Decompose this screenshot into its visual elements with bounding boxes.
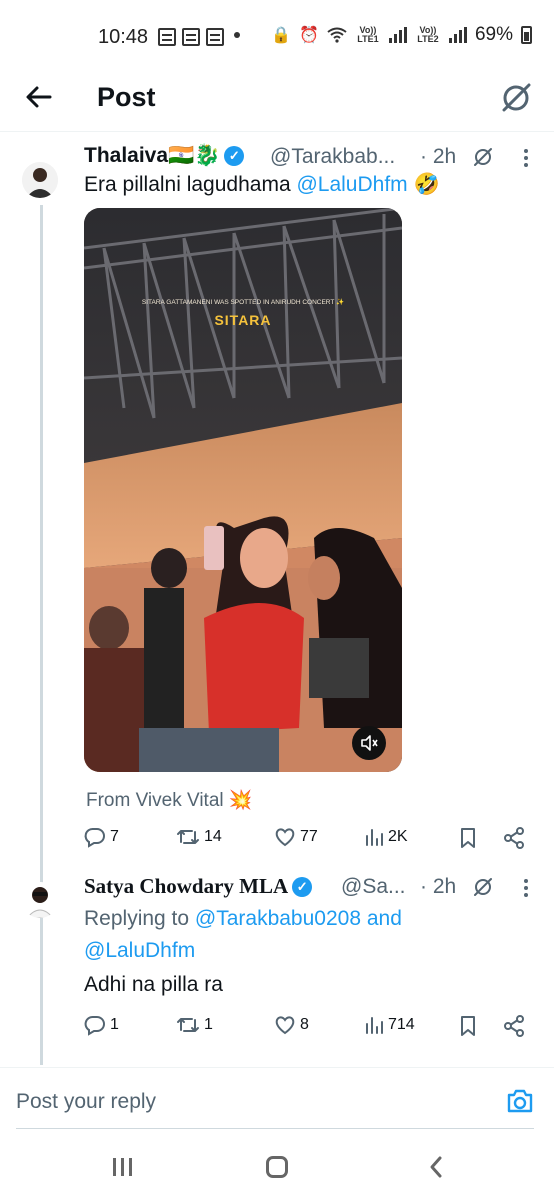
alarm-icon: ⏰ [299, 27, 319, 44]
video-title: SITARA [214, 312, 271, 328]
author-name[interactable]: Thalaiva🇮🇳🐉 ✓ [84, 144, 245, 168]
retweet-button[interactable]: 1 [176, 1014, 213, 1036]
status-bar: 10:48 🔒 ⏰ Vo)) LTE1 Vo)) LTE2 69% [0, 0, 554, 72]
share-icon[interactable] [502, 826, 526, 850]
retweet-count: 14 [204, 828, 222, 845]
video-caption: SITARA GATTAMANENI WAS SPOTTED IN ANIRUD… [142, 298, 344, 306]
like-button[interactable]: 77 [274, 826, 318, 848]
avatar[interactable] [22, 162, 58, 198]
battery-percent: 69% [474, 24, 513, 45]
replying-to-prefix: Replying to [84, 907, 195, 930]
like-count: 8 [300, 1016, 309, 1033]
reply-button[interactable]: 1 [84, 1014, 119, 1036]
top-app-bar: Post [0, 72, 554, 132]
thread-connector [40, 205, 43, 1065]
author-display-name: Thalaiva🇮🇳🐉 [84, 144, 221, 167]
views-icon [366, 829, 383, 846]
more-notifications-icon [234, 32, 240, 38]
views-button[interactable]: 2K [364, 826, 408, 848]
verified-badge-icon: ✓ [224, 146, 245, 166]
reply-composer: Post your reply [0, 1067, 554, 1129]
nav-back-icon[interactable] [424, 1154, 450, 1180]
like-button[interactable]: 8 [274, 1014, 309, 1036]
post-time: · 2h [420, 875, 457, 898]
speaker-muted-icon [361, 735, 378, 751]
home-button[interactable] [266, 1156, 288, 1178]
retweet-button[interactable]: 14 [176, 826, 222, 848]
reply-button[interactable]: 7 [84, 826, 119, 848]
reply-count: 7 [110, 828, 119, 845]
signal-icon [388, 27, 407, 43]
views-button[interactable]: 714 [364, 1014, 415, 1036]
message-icon [182, 28, 200, 46]
views-count: 714 [388, 1016, 415, 1033]
mention-link[interactable]: @LaluDhfm [296, 173, 407, 196]
notification-icons [158, 28, 224, 46]
reply-actions: 1 1 8 714 [0, 1014, 554, 1038]
message-icon [158, 28, 176, 46]
views-icon [366, 1017, 383, 1034]
mute-button[interactable] [352, 726, 386, 760]
reply-divider [16, 1128, 534, 1129]
tweet-text-emoji: 🤣 [407, 173, 440, 196]
battery-icon [521, 26, 532, 44]
video-source-attribution[interactable]: From Vivek Vital 💥 [86, 788, 253, 812]
replying-to-line: Replying to @Tarakbabu0208 and @LaluDhfm [84, 903, 514, 967]
reply-text: Adhi na pilla ra [84, 973, 223, 996]
replying-and: and [361, 907, 402, 930]
more-options-icon[interactable] [524, 876, 528, 900]
verified-badge-icon: ✓ [292, 876, 313, 897]
retweet-count: 1 [204, 1016, 213, 1033]
post-time: · 2h [420, 145, 457, 168]
like-count: 77 [300, 828, 318, 845]
lte1-label: Vo)) LTE1 [357, 25, 379, 44]
avatar[interactable] [22, 882, 58, 918]
author-handle[interactable]: @Tarakbab... [270, 145, 395, 169]
heart-icon [275, 1016, 295, 1035]
grok-icon[interactable] [498, 80, 534, 116]
reply-icon [84, 1016, 105, 1036]
video-frame: SITARA GATTAMANENI WAS SPOTTED IN ANIRUD… [84, 208, 402, 772]
video-player[interactable]: SITARA GATTAMANENI WAS SPOTTED IN ANIRUD… [84, 208, 402, 772]
mention-link[interactable]: @LaluDhfm [84, 939, 195, 962]
signal-icon [448, 27, 467, 43]
wifi-icon [327, 27, 347, 43]
author-display-name: Satya Chowdary MLA [84, 874, 289, 898]
reply-input[interactable]: Post your reply [16, 1090, 156, 1114]
avatar-image [22, 162, 58, 198]
grok-icon[interactable] [472, 146, 494, 168]
recents-button[interactable] [113, 1158, 132, 1176]
tweet-text-body: Era pillalni lagudhama [84, 173, 297, 196]
status-time: 10:48 [98, 26, 149, 48]
lock-icon: 🔒 [271, 27, 292, 44]
heart-icon [275, 828, 295, 847]
grok-icon[interactable] [472, 876, 494, 898]
system-nav-bar [0, 1130, 554, 1200]
tweet-text: Era pillalni lagudhama @LaluDhfm 🤣 [84, 173, 440, 197]
lte2-label: Vo)) LTE2 [417, 25, 439, 44]
camera-icon[interactable] [506, 1088, 534, 1114]
tweet-actions: 7 14 77 2K [0, 826, 554, 850]
back-arrow-icon[interactable] [22, 80, 56, 114]
avatar-image [22, 882, 58, 918]
retweet-icon [177, 1018, 199, 1032]
page-title: Post [97, 82, 156, 112]
reply-icon [84, 828, 105, 848]
status-indicators: 🔒 ⏰ Vo)) LTE1 Vo)) LTE2 69% [271, 24, 532, 46]
retweet-icon [177, 830, 199, 844]
reply-count: 1 [110, 1016, 119, 1033]
author-handle[interactable]: @Sa... [341, 875, 406, 899]
bookmark-icon[interactable] [457, 1014, 479, 1038]
message-icon [206, 28, 224, 46]
share-icon[interactable] [502, 1014, 526, 1038]
bookmark-icon[interactable] [457, 826, 479, 850]
mention-link[interactable]: @Tarakbabu0208 [195, 907, 361, 930]
author-name[interactable]: Satya Chowdary MLA ✓ [84, 874, 313, 899]
more-options-icon[interactable] [524, 146, 528, 170]
views-count: 2K [388, 828, 408, 845]
